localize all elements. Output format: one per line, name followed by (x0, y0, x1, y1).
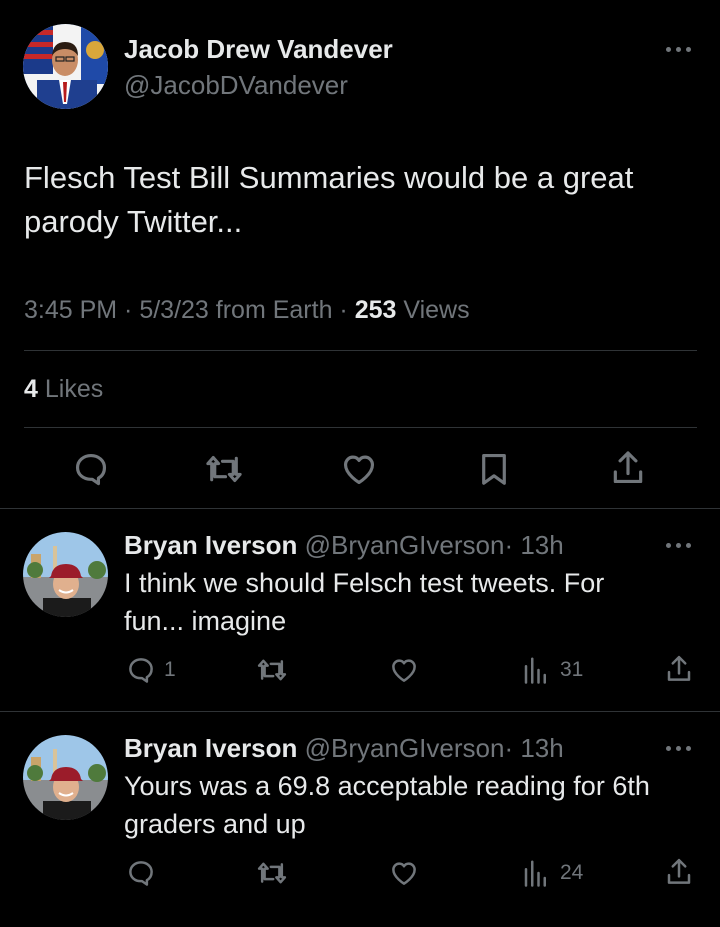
likes-count: 4 (24, 375, 38, 403)
reply-avatar[interactable] (23, 532, 108, 617)
reply-author-handle[interactable]: @BryanGIverson (305, 530, 505, 560)
reply-avatar[interactable] (23, 735, 108, 820)
reply-author-name[interactable]: Bryan Iverson (124, 733, 297, 763)
reply-text-line-2: graders and up (124, 809, 306, 839)
reply-author-handle[interactable]: @BryanGIverson (305, 733, 505, 763)
reply-text-line-2: fun... imagine (124, 606, 287, 636)
reply-icon[interactable] (126, 655, 156, 685)
share-icon[interactable] (664, 856, 694, 888)
views-count: 31 (560, 658, 584, 681)
author-handle[interactable]: @JacobDVandever (124, 70, 348, 101)
tweet-timestamp[interactable]: 3:45 PM · 5/3/23 from Earth · (24, 296, 348, 324)
divider (24, 427, 697, 428)
views-icon[interactable] (521, 858, 551, 888)
reply-icon[interactable] (72, 450, 110, 488)
author-name[interactable]: Jacob Drew Vandever (124, 34, 393, 65)
like-icon[interactable] (389, 858, 419, 888)
divider (24, 350, 697, 351)
views-count: 24 (560, 861, 584, 884)
tweet-text-line-2: parody Twitter... (24, 204, 243, 239)
reply-icon[interactable] (126, 858, 156, 888)
more-icon[interactable] (666, 44, 694, 54)
reply-time: · 13h (504, 530, 564, 560)
retweet-icon[interactable] (256, 655, 288, 685)
tweet-text-line-1: Flesch Test Bill Summaries would be a gr… (24, 160, 634, 195)
like-icon[interactable] (389, 655, 419, 685)
reply-text-line-1: I think we should Felsch test tweets. Fo… (124, 568, 605, 598)
reply-author-name[interactable]: Bryan Iverson (124, 530, 297, 560)
reply-header: Bryan Iverson @BryanGIverson· 13h (124, 733, 564, 764)
reply-text-line-1: Yours was a 69.8 acceptable reading for … (124, 771, 650, 801)
retweet-icon[interactable] (256, 858, 288, 888)
share-icon[interactable] (664, 653, 694, 685)
reply-time: · 13h (504, 733, 564, 763)
likes-label: Likes (44, 375, 104, 403)
bookmark-icon[interactable] (475, 450, 513, 488)
likes-summary[interactable]: 4 Likes (24, 375, 103, 404)
divider (0, 508, 720, 509)
share-icon[interactable] (609, 448, 647, 488)
reply-header: Bryan Iverson @BryanGIverson· 13h (124, 530, 564, 561)
more-icon[interactable] (666, 540, 694, 550)
retweet-icon[interactable] (204, 450, 244, 488)
more-icon[interactable] (666, 743, 694, 753)
views-count: 253 (354, 296, 397, 324)
author-avatar[interactable] (23, 24, 108, 109)
like-icon[interactable] (340, 450, 378, 488)
views-label: Views (403, 296, 470, 324)
tweet-meta: 3:45 PM · 5/3/23 from Earth · 253 Views (24, 296, 470, 325)
views-icon[interactable] (521, 655, 551, 685)
divider (0, 711, 720, 712)
reply-count: 1 (164, 658, 176, 681)
